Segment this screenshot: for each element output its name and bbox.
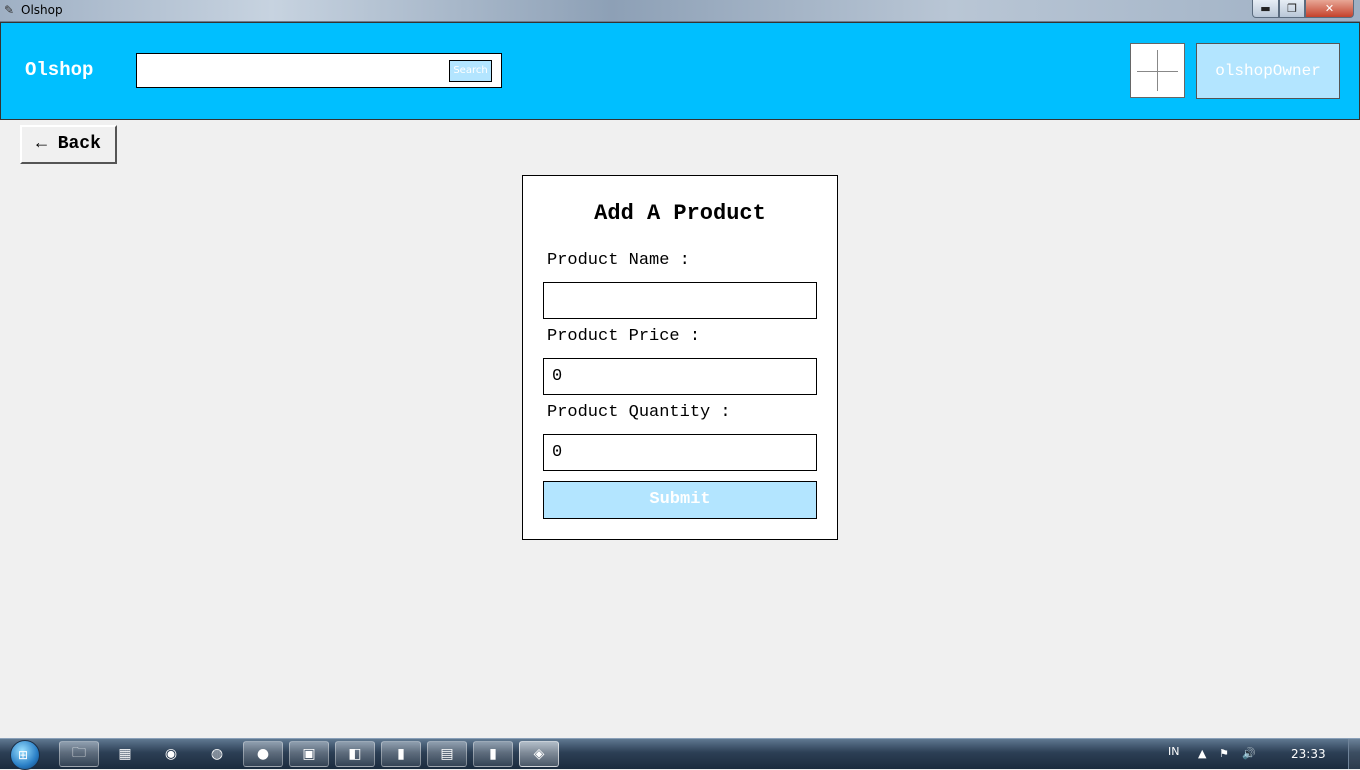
notepad-icon: ▤ bbox=[440, 746, 454, 762]
obs-icon: ◍ bbox=[210, 746, 224, 762]
product-quantity-field[interactable]: 0 bbox=[543, 434, 817, 471]
clock[interactable]: 23:33 bbox=[1291, 747, 1326, 761]
back-button[interactable]: ← Back bbox=[20, 125, 117, 164]
user-account-button[interactable]: olshopOwner bbox=[1196, 43, 1340, 99]
taskbar-item[interactable]: ◧ bbox=[335, 741, 375, 767]
volume-icon[interactable]: 🔊 bbox=[1242, 747, 1256, 760]
add-product-form: Add A Product Product Name : Product Pri… bbox=[522, 175, 838, 540]
vscode-icon: ◧ bbox=[348, 746, 362, 762]
product-name-label: Product Name : bbox=[547, 251, 690, 270]
language-indicator[interactable]: IN bbox=[1168, 745, 1179, 758]
product-price-field[interactable]: 0 bbox=[543, 358, 817, 395]
add-product-button[interactable] bbox=[1130, 43, 1185, 98]
taskbar-item[interactable]: ▮ bbox=[381, 741, 421, 767]
show-desktop-button[interactable] bbox=[1348, 739, 1360, 769]
submit-button[interactable]: Submit bbox=[543, 481, 817, 519]
product-name-field[interactable] bbox=[543, 282, 817, 319]
taskbar-item[interactable]: ▣ bbox=[289, 741, 329, 767]
product-price-label: Product Price : bbox=[547, 327, 701, 346]
taskbar-item[interactable]: ▤ bbox=[427, 741, 467, 767]
app-header: Olshop Search olshopOwner bbox=[0, 22, 1360, 120]
maximize-button[interactable]: ❐ bbox=[1279, 0, 1305, 18]
action-center-flag-icon[interactable]: ⚑ bbox=[1219, 747, 1229, 760]
app-window-icon: ▮ bbox=[397, 746, 405, 762]
taskbar-item[interactable]: ▦ bbox=[105, 741, 145, 767]
product-quantity-label: Product Quantity : bbox=[547, 403, 731, 422]
window-title: Olshop bbox=[21, 3, 63, 17]
windows-logo-icon: ⊞ bbox=[18, 748, 29, 762]
close-button[interactable]: ✕ bbox=[1305, 0, 1354, 18]
app-window-icon: ▮ bbox=[489, 746, 497, 762]
taskbar-item[interactable]: ▮ bbox=[473, 741, 513, 767]
plus-icon-vertical bbox=[1157, 50, 1158, 91]
brand-logo-text[interactable]: Olshop bbox=[25, 59, 93, 81]
show-hidden-icons-icon[interactable]: ▲ bbox=[1198, 747, 1206, 760]
torrent-client-icon: ◉ bbox=[164, 746, 178, 762]
taskbar-item[interactable]: ◍ bbox=[197, 741, 237, 767]
form-title: Add A Product bbox=[594, 201, 766, 226]
start-button[interactable]: ⊞ bbox=[6, 739, 44, 770]
python-icon: ◈ bbox=[533, 746, 545, 762]
taskbar: ⊞ 🗀 ▦ ◉ ◍ ● ▣ ◧ ▮ ▤ ▮ ◈ IN ▲ ⚑ 🔊 23:33 bbox=[0, 738, 1360, 770]
firefox-icon: ● bbox=[256, 746, 270, 762]
window-controls: ▬ ❐ ✕ bbox=[1252, 0, 1354, 18]
taskbar-item[interactable]: ◈ bbox=[519, 741, 559, 767]
file-explorer-icon: 🗀 bbox=[72, 745, 86, 761]
taskbar-item[interactable]: 🗀 bbox=[59, 741, 99, 767]
minimize-button[interactable]: ▬ bbox=[1252, 0, 1279, 18]
calculator-icon: ▦ bbox=[118, 746, 132, 762]
taskbar-item[interactable]: ● bbox=[243, 741, 283, 767]
feather-icon: ✎ bbox=[4, 3, 15, 17]
line-chat-icon: ▣ bbox=[302, 746, 316, 762]
search-input[interactable] bbox=[136, 53, 502, 88]
window-titlebar[interactable]: ✎ Olshop ▬ ❐ ✕ bbox=[0, 0, 1360, 22]
taskbar-item[interactable]: ◉ bbox=[151, 741, 191, 767]
search-button[interactable]: Search bbox=[449, 60, 492, 82]
